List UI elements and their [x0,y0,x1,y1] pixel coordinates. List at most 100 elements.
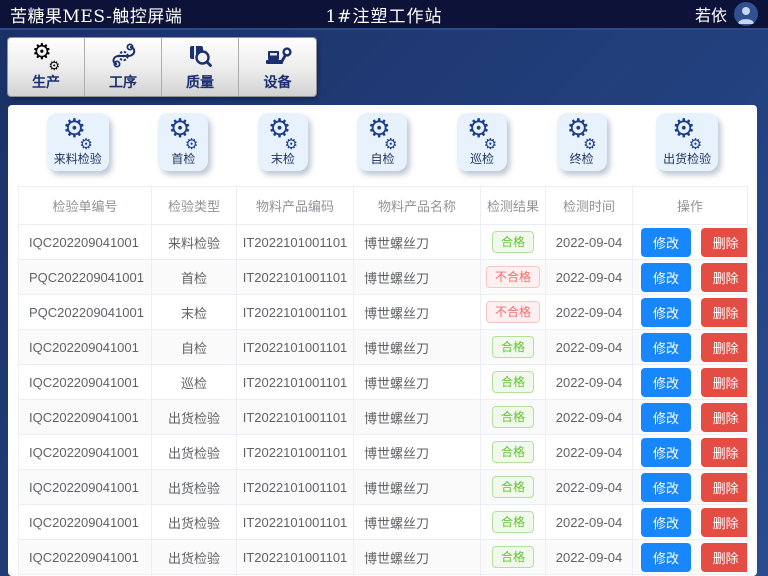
nav-label: 设备 [264,72,292,92]
date-cell: 2022-09-04 [546,295,633,330]
delete-button[interactable]: 删除 [701,438,748,467]
item-code-cell: IT2022101001101 [237,260,354,295]
date-cell: 2022-09-04 [546,435,633,470]
gears-icon: ⚙⚙ [671,118,703,148]
date-cell: 2022-09-04 [546,365,633,400]
column-header: 检验单编号 [19,187,152,225]
tab-final-inspection[interactable]: ⚙⚙ 终检 [557,113,607,171]
inspection-type-cell: 首检 [152,260,237,295]
edit-button[interactable]: 修改 [641,228,691,257]
user-icon [734,2,758,26]
delete-button[interactable]: 删除 [701,473,748,502]
result-badge: 合格 [492,371,534,393]
date-cell: 2022-09-04 [546,260,633,295]
nav-button-quality[interactable]: 质量 [162,38,239,96]
item-name-cell: 博世螺丝刀 [354,435,481,470]
nav-button-production[interactable]: ⚙⚙ 生产 [8,38,85,96]
item-name-cell: 博世螺丝刀 [354,330,481,365]
tab-incoming-inspection[interactable]: ⚙⚙ 来料检验 [47,113,109,171]
actions-cell: 修改 删除 [633,295,748,330]
table-row: IQC202209041001 出货检验 IT2022101001101 博世螺… [19,400,748,435]
table-row: IQC202209041001 来料检验 IT2022101001101 博世螺… [19,225,748,260]
tab-last-inspection[interactable]: ⚙⚙ 末检 [258,113,308,171]
item-name-cell: 博世螺丝刀 [354,540,481,575]
item-name-cell: 博世螺丝刀 [354,225,481,260]
item-name-cell: 博世螺丝刀 [354,365,481,400]
avatar[interactable] [734,2,758,26]
actions-cell: 修改 删除 [633,400,748,435]
nav-label: 质量 [186,72,214,92]
tab-label: 来料检验 [54,150,102,167]
inspection-type-cell: 来料检验 [152,225,237,260]
inspection-type-cell: 出货检验 [152,400,237,435]
username: 若依 [695,2,727,26]
user-menu[interactable]: 若依 [695,2,758,26]
edit-button[interactable]: 修改 [641,263,691,292]
delete-button[interactable]: 删除 [701,298,748,327]
delete-button[interactable]: 删除 [701,228,748,257]
inspection-type-cell: 巡检 [152,365,237,400]
table-header-row: 检验单编号检验类型物料产品编码物料产品名称检测结果检测时间操作 [19,187,748,225]
inspection-type-cell: 出货检验 [152,470,237,505]
edit-button[interactable]: 修改 [641,438,691,467]
inspection-code-cell: PQC202209041001 [19,260,152,295]
item-code-cell: IT2022101001101 [237,365,354,400]
equipment-icon [264,43,292,69]
edit-button[interactable]: 修改 [641,543,691,572]
edit-button[interactable]: 修改 [641,403,691,432]
delete-button[interactable]: 删除 [701,263,748,292]
edit-button[interactable]: 修改 [641,333,691,362]
actions-cell: 修改 删除 [633,540,748,575]
nav-button-equipment[interactable]: 设备 [239,38,316,96]
item-name-cell: 博世螺丝刀 [354,400,481,435]
nav-label: 工序 [109,72,137,92]
delete-button[interactable]: 删除 [701,333,748,362]
inspection-code-cell: PQC202209041001 [19,295,152,330]
table-row: IQC202209041001 出货检验 IT2022101001101 博世螺… [19,540,748,575]
delete-button[interactable]: 删除 [701,543,748,572]
gears-icon: ⚙⚙ [366,118,398,148]
inspection-type-cell: 出货检验 [152,540,237,575]
item-name-cell: 博世螺丝刀 [354,470,481,505]
edit-button[interactable]: 修改 [641,508,691,537]
date-cell: 2022-09-04 [546,225,633,260]
table-row: IQC202209041001 出货检验 IT2022101001101 博世螺… [19,470,748,505]
tab-patrol-inspection[interactable]: ⚙⚙ 巡检 [457,113,507,171]
nav-label: 生产 [32,72,60,92]
item-code-cell: IT2022101001101 [237,470,354,505]
item-code-cell: IT2022101001101 [237,435,354,470]
actions-cell: 修改 删除 [633,260,748,295]
actions-cell: 修改 删除 [633,330,748,365]
inspection-table: 检验单编号检验类型物料产品编码物料产品名称检测结果检测时间操作 IQC20220… [18,186,748,576]
table-row: IQC202209041001 出货检验 IT2022101001101 博世螺… [19,505,748,540]
gears-icon: ⚙⚙ [466,118,498,148]
tab-first-inspection[interactable]: ⚙⚙ 首检 [158,113,208,171]
inspection-type-cell: 出货检验 [152,435,237,470]
result-badge: 合格 [492,231,534,253]
edit-button[interactable]: 修改 [641,298,691,327]
result-badge: 合格 [492,546,534,568]
inspection-tabs: ⚙⚙ 来料检验 ⚙⚙ 首检 ⚙⚙ 末检 ⚙⚙ 自检 ⚙⚙ 巡检 ⚙⚙ 终检 ⚙⚙… [8,105,757,177]
edit-button[interactable]: 修改 [641,368,691,397]
tab-self-inspection[interactable]: ⚙⚙ 自检 [357,113,407,171]
result-badge: 合格 [492,406,534,428]
topbar: 苦糖果MES-触控屏端 1#注塑工作站 若依 [0,0,768,30]
result-cell: 合格 [481,470,546,505]
actions-cell: 修改 删除 [633,435,748,470]
nav-button-process[interactable]: 工序 [85,38,162,96]
delete-button[interactable]: 删除 [701,368,748,397]
tab-label: 出货检验 [663,150,711,167]
date-cell: 2022-09-04 [546,540,633,575]
tab-outgoing-inspection[interactable]: ⚙⚙ 出货检验 [656,113,718,171]
item-name-cell: 博世螺丝刀 [354,295,481,330]
delete-button[interactable]: 删除 [701,508,748,537]
table-row: IQC202209041001 出货检验 IT2022101001101 博世螺… [19,435,748,470]
result-cell: 合格 [481,365,546,400]
result-cell: 合格 [481,505,546,540]
column-header: 检测结果 [481,187,546,225]
delete-button[interactable]: 删除 [701,403,748,432]
edit-button[interactable]: 修改 [641,473,691,502]
result-badge: 合格 [492,441,534,463]
result-cell: 合格 [481,225,546,260]
item-name-cell: 博世螺丝刀 [354,505,481,540]
